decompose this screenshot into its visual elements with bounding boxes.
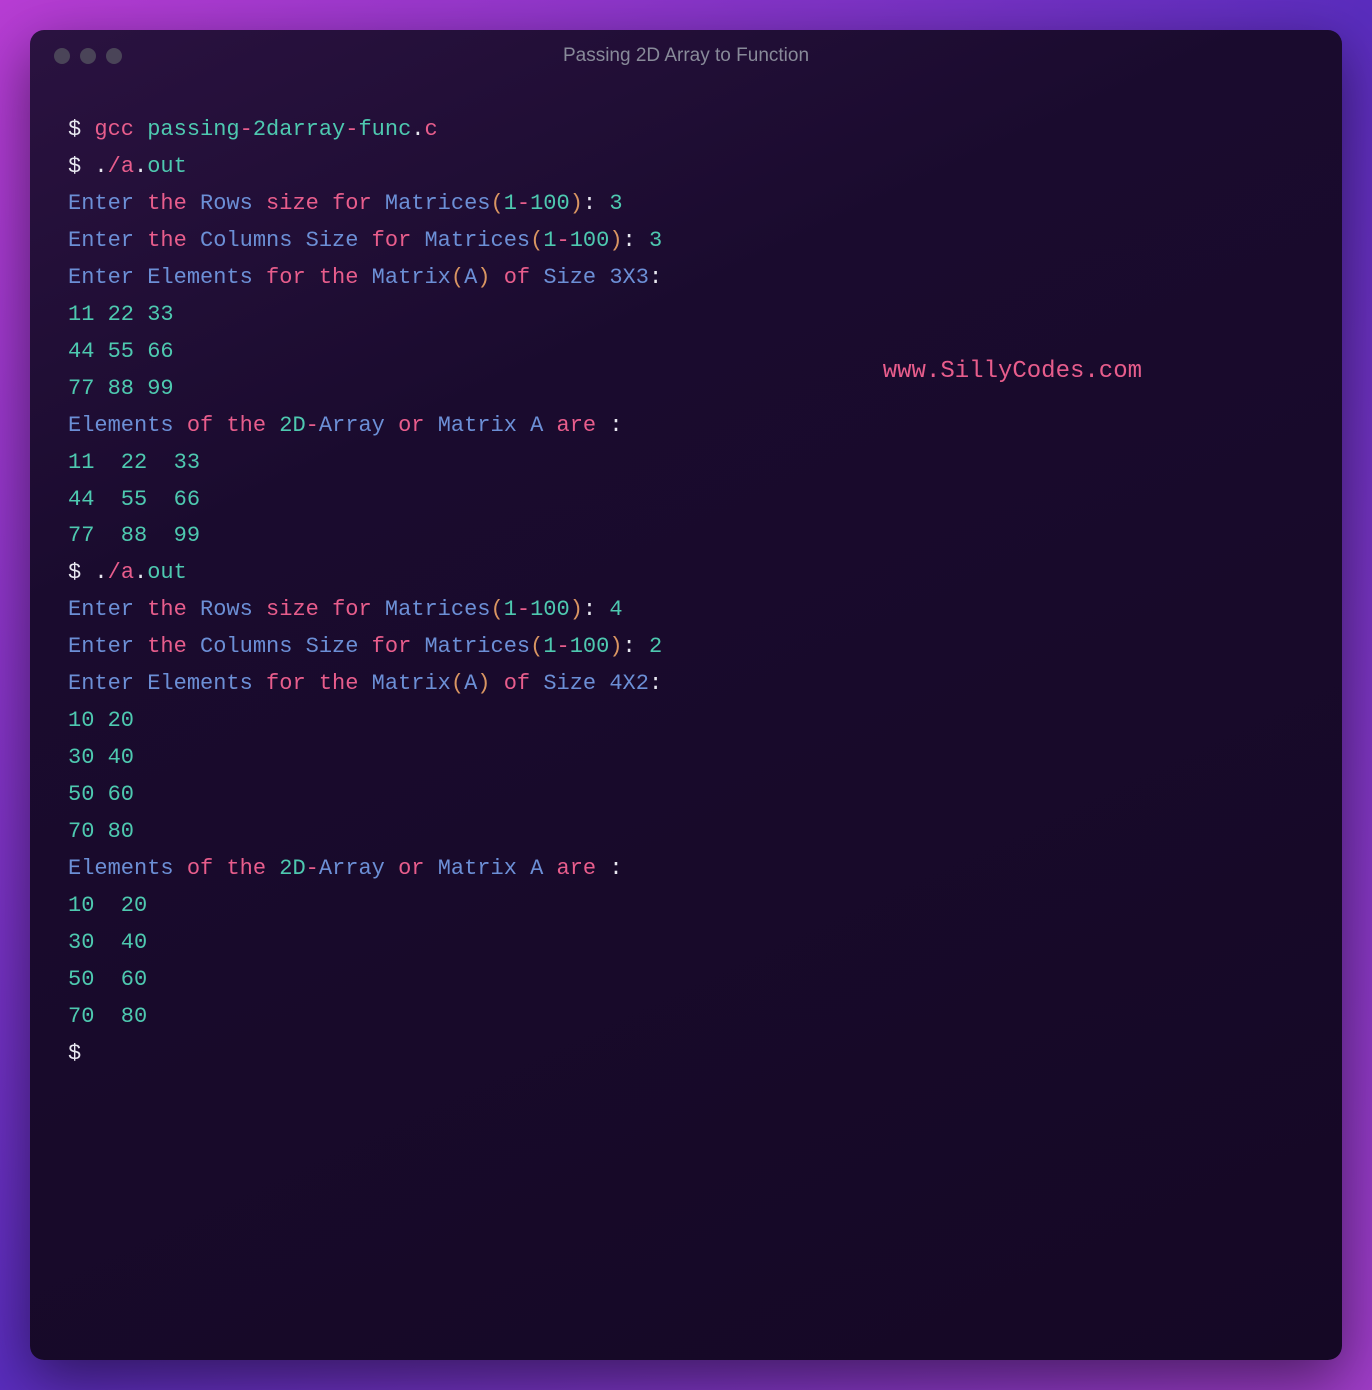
- terminal-line: 50 60: [68, 777, 1304, 814]
- terminal-line: Enter the Columns Size for Matrices(1-10…: [68, 629, 1304, 666]
- terminal-line: 44 55 66: [68, 482, 1304, 519]
- terminal-line: 50 60: [68, 962, 1304, 999]
- terminal-line: $ ./a.out: [68, 149, 1304, 186]
- terminal-line: 11 22 33: [68, 445, 1304, 482]
- terminal-prompt: $: [68, 1036, 1304, 1073]
- close-icon[interactable]: [54, 48, 70, 64]
- terminal-line: Enter the Columns Size for Matrices(1-10…: [68, 223, 1304, 260]
- terminal-line: Enter the Rows size for Matrices(1-100):…: [68, 186, 1304, 223]
- terminal-window: Passing 2D Array to Function www.SillyCo…: [30, 30, 1342, 1360]
- terminal-line: 70 80: [68, 999, 1304, 1036]
- titlebar: Passing 2D Array to Function: [30, 30, 1342, 82]
- terminal-line: Elements of the 2D-Array or Matrix A are…: [68, 408, 1304, 445]
- terminal-line: Enter Elements for the Matrix(A) of Size…: [68, 666, 1304, 703]
- terminal-line: 10 20: [68, 703, 1304, 740]
- terminal-line: Enter the Rows size for Matrices(1-100):…: [68, 592, 1304, 629]
- watermark: www.SillyCodes.com: [883, 352, 1142, 392]
- terminal-line: Elements of the 2D-Array or Matrix A are…: [68, 851, 1304, 888]
- terminal-content[interactable]: www.SillyCodes.com $ gcc passing-2darray…: [30, 82, 1342, 1103]
- terminal-line: 30 40: [68, 925, 1304, 962]
- terminal-line: 70 80: [68, 814, 1304, 851]
- terminal-line: $ gcc passing-2darray-func.c: [68, 112, 1304, 149]
- terminal-line: $ ./a.out: [68, 555, 1304, 592]
- terminal-line: Enter Elements for the Matrix(A) of Size…: [68, 260, 1304, 297]
- maximize-icon[interactable]: [106, 48, 122, 64]
- terminal-line: 11 22 33: [68, 297, 1304, 334]
- terminal-line: 10 20: [68, 888, 1304, 925]
- terminal-line: 77 88 99: [68, 518, 1304, 555]
- window-title: Passing 2D Array to Function: [563, 45, 809, 67]
- minimize-icon[interactable]: [80, 48, 96, 64]
- traffic-lights: [54, 48, 122, 64]
- terminal-line: 30 40: [68, 740, 1304, 777]
